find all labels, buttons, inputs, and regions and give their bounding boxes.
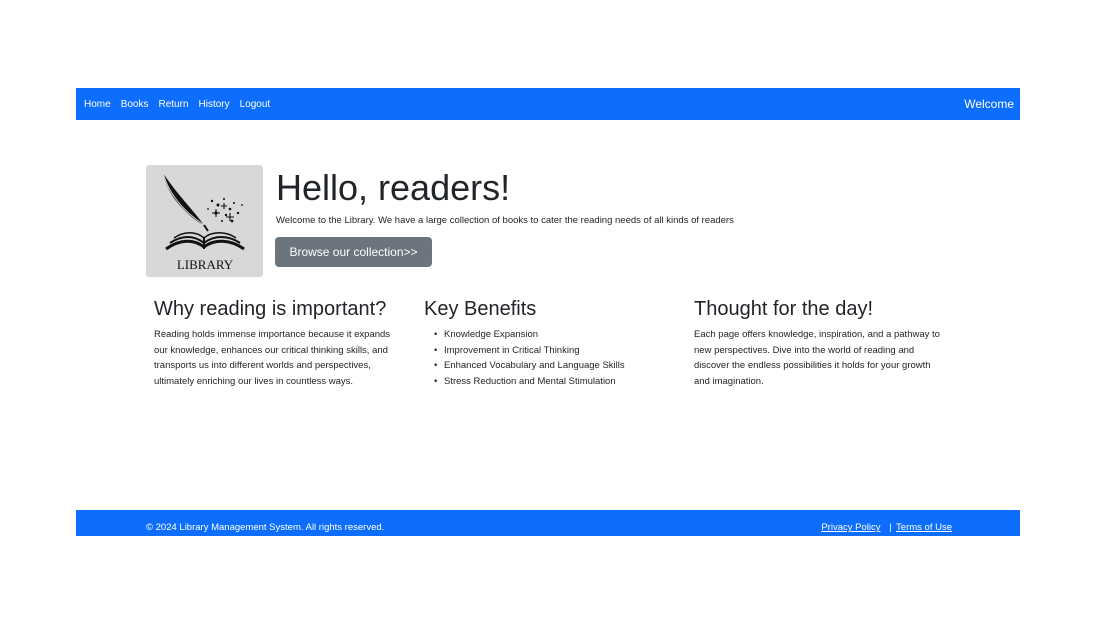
quill-book-icon: LIBRARY xyxy=(162,172,245,272)
list-item: Stress Reduction and Mental Stimulation xyxy=(434,374,674,390)
footer-links: Privacy Policy | Terms of Use xyxy=(821,522,952,533)
key-benefits-section: Key Benefits Knowledge Expansion Improve… xyxy=(424,298,674,389)
nav-home[interactable]: Home xyxy=(84,99,111,110)
library-logo: LIBRARY xyxy=(146,165,263,277)
list-item: Knowledge Expansion xyxy=(434,327,674,343)
terms-of-use-link[interactable]: Terms of Use xyxy=(896,522,952,533)
footer: © 2024 Library Management System. All ri… xyxy=(76,510,1020,536)
nav-history[interactable]: History xyxy=(199,99,230,110)
nav-return[interactable]: Return xyxy=(158,99,188,110)
hero-title: Hello, readers! xyxy=(276,167,511,208)
why-reading-text: Reading holds immense importance because… xyxy=(154,329,391,387)
benefits-list: Knowledge Expansion Improvement in Criti… xyxy=(424,327,674,389)
list-item: Improvement in Critical Thinking xyxy=(434,343,674,359)
key-benefits-heading: Key Benefits xyxy=(424,298,537,320)
copyright-text: © 2024 Library Management System. All ri… xyxy=(146,522,385,533)
privacy-policy-link[interactable]: Privacy Policy xyxy=(821,522,880,533)
why-reading-section: Why reading is important? Reading holds … xyxy=(154,298,404,389)
hero-description: Welcome to the Library. We have a large … xyxy=(276,215,734,226)
nav-logout[interactable]: Logout xyxy=(240,99,271,110)
browse-collection-button[interactable]: Browse our collection>> xyxy=(275,237,432,267)
nav-links: Home Books Return History Logout xyxy=(84,99,270,110)
nav-books[interactable]: Books xyxy=(121,99,149,110)
thought-heading: Thought for the day! xyxy=(694,298,874,320)
welcome-text: Welcome xyxy=(964,97,1014,111)
why-reading-heading: Why reading is important? xyxy=(154,298,387,320)
footer-separator: | xyxy=(889,522,892,533)
logo-text: LIBRARY xyxy=(177,257,234,272)
list-item: Enhanced Vocabulary and Language Skills xyxy=(434,358,674,374)
thought-section: Thought for the day! Each page offers kn… xyxy=(694,298,944,389)
hero-section: LIBRARY Hello, readers! Welcome to the L… xyxy=(146,165,906,280)
page: Home Books Return History Logout Welcome xyxy=(0,0,1097,644)
thought-text: Each page offers knowledge, inspiration,… xyxy=(694,329,940,387)
top-navbar: Home Books Return History Logout Welcome xyxy=(76,88,1020,120)
